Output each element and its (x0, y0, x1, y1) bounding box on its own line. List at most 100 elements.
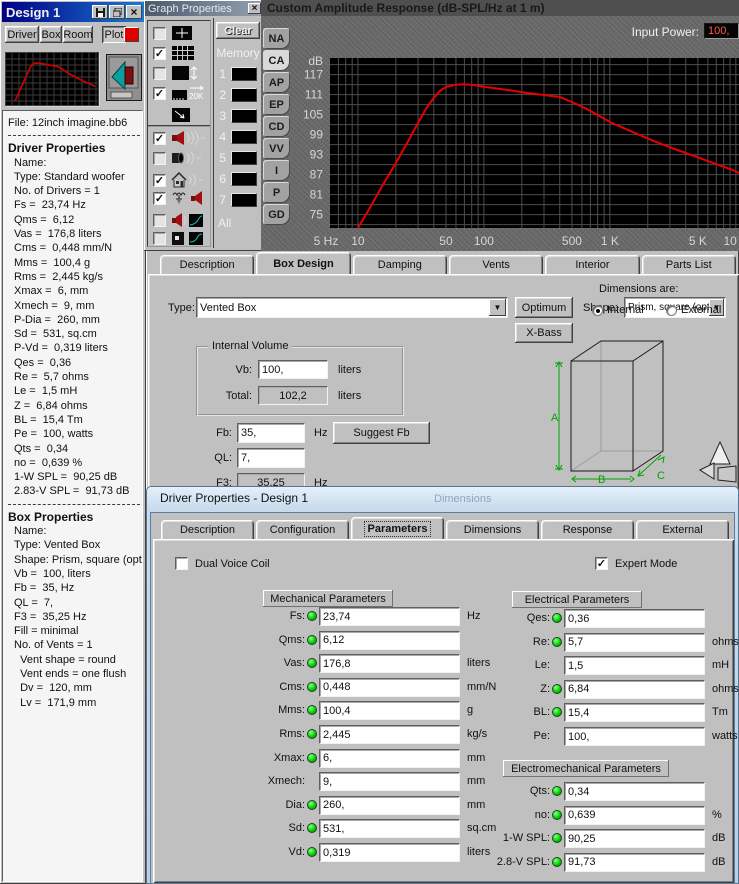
amplitude-titlebar[interactable]: Custom Amplitude Response (dB-SPL/Hz at … (261, 0, 739, 16)
svg-text:20K: 20K (189, 92, 204, 101)
graph-option-checkbox[interactable] (153, 232, 166, 245)
radio-internal-circle[interactable] (592, 305, 603, 316)
tab-dimensions[interactable]: Dimensions (446, 520, 539, 539)
field-vd[interactable]: 0,319 (319, 843, 460, 862)
group-header-electromechanical-parameters: Electromechanical Parameters (503, 760, 669, 777)
tab-damping[interactable]: Damping (353, 255, 447, 274)
tab-label: Configuration (270, 524, 335, 536)
field-label-re: Re: (480, 636, 550, 648)
tab-description[interactable]: Description (161, 520, 254, 539)
graph-option-checkbox[interactable] (153, 67, 166, 80)
memory-slot-2[interactable]: 2 (216, 88, 257, 102)
field-bl[interactable]: 15,4 (564, 703, 705, 722)
response-thumbnail[interactable] (5, 52, 99, 106)
save-icon[interactable] (92, 5, 108, 19)
tab-external[interactable]: External (636, 520, 729, 539)
field-rms[interactable]: 2,445 (319, 725, 460, 744)
memory-slot-4[interactable]: 4 (216, 130, 257, 144)
field-sd[interactable]: 531, (319, 819, 460, 838)
tab-response[interactable]: Response (541, 520, 634, 539)
memory-slot-swatch[interactable] (231, 67, 257, 81)
field-qts[interactable]: 0,34 (564, 782, 705, 801)
graph-option-checkbox[interactable] (153, 152, 166, 165)
field-le[interactable]: 1,5 (564, 656, 705, 675)
tab-interior[interactable]: Interior (545, 255, 639, 274)
vb-field[interactable]: 100, (258, 360, 328, 379)
memory-all-label[interactable]: All (218, 216, 231, 230)
memory-slot-swatch[interactable] (231, 109, 257, 123)
restore-icon[interactable] (109, 5, 125, 19)
tab-parameters[interactable]: Parameters (351, 517, 444, 539)
status-led (552, 684, 562, 694)
field-qes[interactable]: 0,36 (564, 609, 705, 628)
memory-slot-3[interactable]: 3 (216, 109, 257, 123)
ql-label: QL: (192, 452, 232, 464)
radio-external-circle[interactable] (666, 305, 677, 316)
field-label-le: Le: (480, 659, 550, 671)
box-type-select[interactable]: Vented Box ▼ (196, 297, 508, 318)
y-tick-label: 87 (310, 168, 324, 182)
field-vas[interactable]: 176,8 (319, 654, 460, 673)
status-led (307, 611, 317, 621)
field-re[interactable]: 5,7 (564, 633, 705, 652)
memory-slot-1[interactable]: 1 (216, 67, 257, 81)
memory-slot-6[interactable]: 6 (216, 172, 257, 186)
memory-slot-5[interactable]: 5 (216, 151, 257, 165)
design-tab-plot[interactable]: Plot (102, 26, 126, 43)
box-type-dropdown-arrow-icon[interactable]: ▼ (489, 299, 506, 316)
design-tab-room[interactable]: Room (63, 26, 93, 43)
tab-configuration[interactable]: Configuration (256, 520, 349, 539)
field-1-w-spl[interactable]: 90,25 (564, 829, 705, 848)
memory-slot-swatch[interactable] (231, 172, 257, 186)
field-mms[interactable]: 100,4 (319, 701, 460, 720)
memory-slot-swatch[interactable] (231, 151, 257, 165)
graph-option-checkbox[interactable]: ✓ (153, 47, 166, 60)
tab-description[interactable]: Description (160, 255, 254, 274)
graph-option-checkbox[interactable] (153, 214, 166, 227)
field-pe[interactable]: 100, (564, 727, 705, 746)
close-icon[interactable]: × (248, 3, 261, 14)
field-2-8-v-spl[interactable]: 91,73 (564, 853, 705, 872)
tab-parts-list[interactable]: Parts List (642, 255, 736, 274)
field-fs[interactable]: 23,74 (319, 607, 460, 626)
plot-area[interactable] (330, 58, 739, 228)
design-tab-box[interactable]: Box (40, 26, 62, 43)
ql-field[interactable]: 7, (237, 448, 305, 468)
field-qms[interactable]: 6,12 (319, 631, 460, 650)
fb-field[interactable]: 35, (237, 423, 305, 443)
driver-property-line: P-Dia = 260, mm (8, 313, 142, 327)
memory-slot-swatch[interactable] (231, 193, 257, 207)
graph-option-checkbox[interactable]: ✓ (153, 174, 166, 187)
field-no[interactable]: 0,639 (564, 806, 705, 825)
memory-slot-7[interactable]: 7 (216, 193, 257, 207)
clear-button[interactable]: Clear (216, 22, 260, 39)
plot-color-swatch[interactable] (124, 27, 139, 42)
memory-slot-swatch[interactable] (231, 130, 257, 144)
memory-slot-swatch[interactable] (231, 88, 257, 102)
dim-b-label: B (598, 474, 605, 486)
tab-box-design[interactable]: Box Design (256, 252, 350, 274)
field-xmech[interactable]: 9, (319, 772, 460, 791)
expert-mode-checkbox[interactable]: ✓ Expert Mode (595, 557, 677, 570)
design-tab-driver[interactable]: Driver (5, 26, 39, 43)
close-icon[interactable]: × (126, 5, 142, 19)
properties-summary-panel[interactable]: File: 12inch imagine.bb6Driver Propertie… (2, 110, 143, 882)
graph-option-checkbox[interactable] (153, 27, 166, 40)
field-cms[interactable]: 0,448 (319, 678, 460, 697)
field-xmax[interactable]: 6, (319, 749, 460, 768)
graph-option-checkbox[interactable]: ✓ (153, 192, 166, 205)
dual-voice-coil-checkbox[interactable]: Dual Voice Coil (175, 557, 270, 570)
design-titlebar[interactable]: Design 1 × (2, 2, 144, 22)
field-label-qts: Qts: (480, 785, 550, 797)
graph-option-checkbox[interactable]: ✓ (153, 87, 166, 100)
graph-option-checkbox[interactable]: ✓ (153, 132, 166, 145)
optimum-button[interactable]: Optimum (515, 297, 573, 318)
field-z[interactable]: 6,84 (564, 680, 705, 699)
tab-vents[interactable]: Vents (449, 255, 543, 274)
field-dia[interactable]: 260, (319, 796, 460, 815)
radio-internal[interactable]: Internal (592, 304, 644, 316)
suggest-fb-button[interactable]: Suggest Fb (333, 422, 430, 444)
driver-in-box-icon[interactable] (106, 54, 142, 102)
radio-external[interactable]: External (666, 304, 721, 316)
graph-properties-titlebar[interactable]: Graph Properties × (145, 1, 262, 16)
